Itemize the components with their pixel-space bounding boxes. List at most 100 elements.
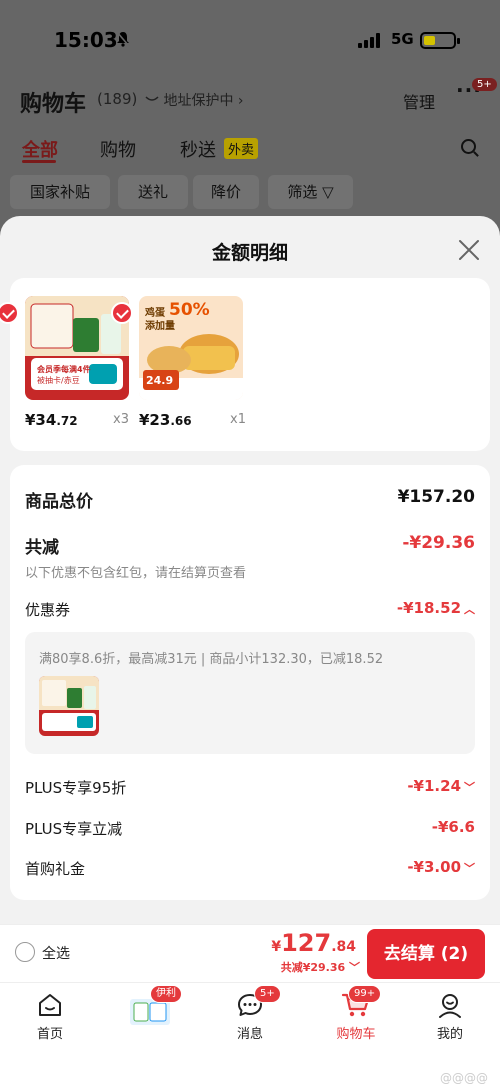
- product-price: ¥34.72: [25, 411, 78, 429]
- plus-discount-label: PLUS专享95折: [25, 779, 127, 797]
- status-time: 15:03: [54, 28, 118, 52]
- chevron-up-icon[interactable]: ︿: [464, 603, 475, 616]
- currency-symbol: ¥: [271, 939, 282, 955]
- checked-icon[interactable]: [0, 302, 19, 324]
- bottom-tab-bar: 首页 伊利 5+ 消息 99+ 购物车 我的 @@@@: [0, 982, 500, 1087]
- coupon-label: 优惠券: [25, 601, 71, 619]
- product-quantity: x1: [230, 412, 246, 427]
- chevron-down-icon: ﹀: [345, 961, 360, 974]
- address-protection-link[interactable]: 地址保护中 ›: [145, 90, 244, 110]
- coupon-product-thumbnail: [39, 676, 99, 736]
- coupon-detail-box: 满80享8.6折，最高减31元 | 商品小计132.30，已减18.52: [25, 632, 475, 754]
- tab-home[interactable]: 首页: [10, 983, 90, 1053]
- total-reduce-label: 共减: [25, 538, 59, 558]
- more-badge: 5+: [472, 78, 497, 91]
- chevron-down-icon[interactable]: ﹀: [464, 862, 475, 875]
- tab-all[interactable]: 全部: [22, 136, 58, 162]
- cart-badge: 99+: [348, 985, 382, 1003]
- tab-label: 我的: [436, 1027, 463, 1042]
- tab-profile[interactable]: 我的: [410, 983, 490, 1053]
- tab-label: 购物车: [336, 1027, 376, 1042]
- first-gift-value-group: -¥3.00 ﹀: [407, 858, 475, 876]
- filter-price-drop[interactable]: 降价: [193, 175, 259, 209]
- tab-label: 首页: [36, 1027, 63, 1042]
- filter-gift[interactable]: 送礼: [118, 175, 188, 209]
- total-price-label: 商品总价: [25, 492, 93, 512]
- page-title: 购物车: [20, 92, 87, 117]
- plus-discount-value-group: -¥1.24 ﹀: [407, 777, 475, 795]
- network-label: 5G: [391, 30, 414, 48]
- total-dec: .84: [331, 939, 356, 955]
- plus-discount-row[interactable]: PLUS专享95折 -¥1.24 ﹀: [25, 777, 475, 801]
- checkout-reduce: 共减¥29.36: [280, 961, 346, 974]
- first-gift-row[interactable]: 首购礼金 -¥3.00 ﹀: [25, 858, 475, 882]
- select-all-radio[interactable]: [15, 942, 35, 962]
- total-price-value: ¥157.20: [397, 487, 475, 507]
- tab-label: 消息: [236, 1027, 263, 1042]
- product-image-caption: 50%: [169, 300, 210, 320]
- shield-icon: [145, 93, 163, 109]
- first-gift-value: -¥3.00: [407, 858, 461, 876]
- product-price-int: ¥23: [139, 411, 171, 429]
- chevron-down-icon[interactable]: ﹀: [464, 781, 475, 794]
- checkout-reduce-link[interactable]: 共减¥29.36 ﹀: [281, 959, 360, 975]
- product-price-dec: .66: [170, 414, 192, 428]
- tab-underline: [22, 160, 56, 163]
- search-icon[interactable]: [461, 139, 476, 154]
- tab-instant-delivery[interactable]: 秒送: [180, 136, 216, 162]
- cart-count: (189): [97, 90, 138, 108]
- checked-icon[interactable]: [111, 302, 133, 324]
- tab-cart[interactable]: 99+ 购物车: [316, 983, 396, 1053]
- tab-shopping[interactable]: 购物: [100, 136, 136, 162]
- product-price: ¥23.66: [139, 411, 192, 429]
- address-protection-label: 地址保护中: [163, 93, 234, 109]
- filter-funnel-icon: ▽: [322, 183, 334, 201]
- home-icon: [39, 994, 61, 1016]
- coupon-detail-text: 满80享8.6折，最高减31元 | 商品小计132.30，已减18.52: [39, 652, 384, 667]
- product-quantity: x3: [113, 412, 129, 427]
- plus-reduce-row: PLUS专享立减 -¥6.6: [25, 818, 475, 842]
- filter-button[interactable]: 筛选 ▽: [268, 175, 353, 209]
- profile-icon: [439, 994, 461, 1018]
- coupon-value-group: -¥18.52 ︿: [397, 599, 475, 617]
- plus-reduce-value: -¥6.6: [431, 818, 475, 836]
- tab-promo-product[interactable]: 伊利: [110, 983, 190, 1053]
- product-image-caption: 被抽卡/赤豆: [37, 376, 80, 385]
- total-int: 127: [281, 929, 332, 957]
- sheet-title: 金额明细: [211, 242, 288, 264]
- checkout-button[interactable]: 去结算 (2): [367, 929, 485, 979]
- first-gift-label: 首购礼金: [25, 860, 86, 878]
- coupon-row[interactable]: 优惠券 -¥18.52 ︿: [25, 599, 475, 623]
- promo-badge: 伊利: [150, 985, 182, 1003]
- product-price-int: ¥34: [25, 411, 57, 429]
- reduce-note-row: 以下优惠不包含红包，请在结算页查看: [25, 562, 475, 582]
- close-icon[interactable]: [457, 238, 481, 262]
- checkout-bar: 全选 ¥127.84 共减¥29.36 ﹀ 去结算 (2): [0, 924, 500, 982]
- battery-icon: [420, 32, 460, 49]
- checkout-total: ¥127.84: [271, 929, 356, 957]
- select-all-label[interactable]: 全选: [42, 943, 70, 963]
- plus-discount-value: -¥1.24: [407, 777, 461, 795]
- product-image-caption: 会员季每满4件: [37, 365, 91, 374]
- signal-icon: [358, 32, 384, 48]
- tab-messages[interactable]: 5+ 消息: [210, 983, 290, 1053]
- amount-detail-sheet: 金额明细 会员季每满4件 被抽卡/赤豆 ¥34.72 x3 鸡蛋 添加量 50%…: [0, 216, 500, 924]
- reduce-note: 以下优惠不包含红包，请在结算页查看: [25, 566, 247, 581]
- manage-button[interactable]: 管理: [403, 89, 435, 113]
- cart-page-background: 15:03 5G 购物车 (189) 地址保护中 › 管理 ··· 5+ 全部 …: [0, 0, 500, 230]
- waimai-badge: 外卖: [224, 138, 259, 159]
- product-image-caption: 24.9: [146, 374, 174, 387]
- price-summary-card: 商品总价 ¥157.20 共减 -¥29.36 以下优惠不包含红包，请在结算页查…: [10, 465, 490, 900]
- total-reduce-value: -¥29.36: [402, 533, 475, 553]
- total-price-row: 商品总价 ¥157.20: [25, 487, 475, 513]
- chevron-right-icon: ›: [237, 93, 244, 109]
- filter-label: 筛选: [287, 183, 318, 201]
- filter-national-subsidy[interactable]: 国家补贴: [10, 175, 110, 209]
- product-card: 会员季每满4件 被抽卡/赤豆 ¥34.72 x3 鸡蛋 添加量 50% 24.9…: [0, 278, 490, 451]
- total-reduce-row: 共减 -¥29.36: [25, 533, 475, 559]
- status-bar: 15:03 5G: [0, 28, 500, 58]
- mute-bell-icon: [116, 31, 130, 51]
- message-badge: 5+: [254, 985, 281, 1003]
- coupon-value: -¥18.52: [396, 599, 461, 617]
- product-price-dec: .72: [56, 414, 78, 428]
